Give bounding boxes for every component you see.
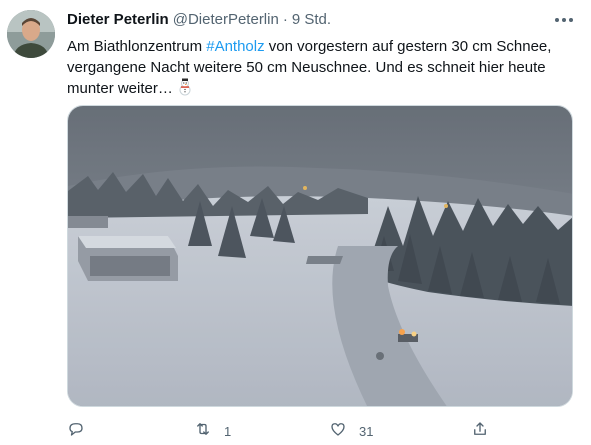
reply-button[interactable] [67,418,97,444]
share-button[interactable] [471,418,501,444]
snowman-icon [177,78,193,102]
like-count: 31 [359,423,374,439]
retweet-icon [194,420,212,443]
avatar[interactable] [7,10,55,58]
display-name[interactable]: Dieter Peterlin [67,11,169,28]
reply-icon [67,420,85,443]
tweet-text-start: Am Biathlonzentrum [67,38,207,55]
retweet-count: 1 [224,423,232,439]
tweet-timestamp[interactable]: 9 Std. [292,11,331,28]
tweet-photo[interactable] [67,105,573,407]
retweet-button[interactable]: 1 [194,418,231,444]
share-icon [471,420,489,443]
tweet-header: Dieter Peterlin @DieterPeterlin · 9 Std. [67,11,331,31]
more-icon[interactable] [552,10,576,30]
separator-dot: · [282,11,288,28]
tweet-text: Am Biathlonzentrum #Antholz von vorgeste… [67,36,567,102]
tweet[interactable]: Dieter Peterlin @DieterPeterlin · 9 Std.… [0,0,591,445]
user-handle[interactable]: @DieterPeterlin [173,11,279,28]
hashtag-link[interactable]: #Antholz [206,38,264,55]
like-icon [329,420,347,443]
like-button[interactable]: 31 [329,418,373,444]
tweet-actions: 1 31 [67,418,497,444]
